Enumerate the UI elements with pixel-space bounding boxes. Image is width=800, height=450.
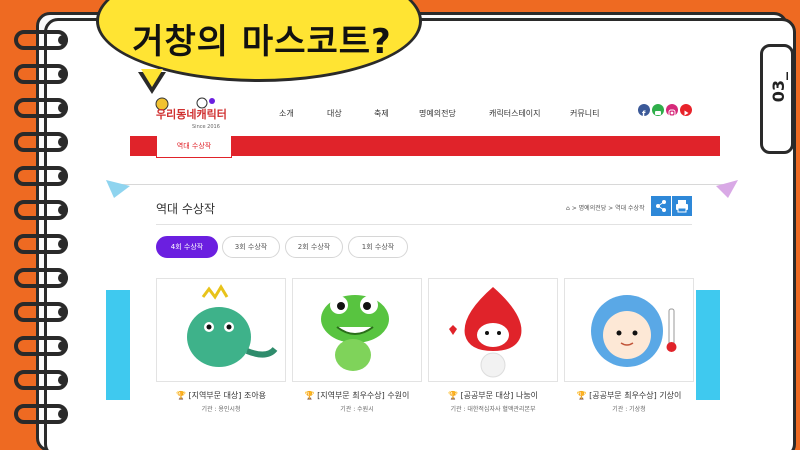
- nav-item-target[interactable]: 대상: [327, 108, 342, 119]
- notebook-ring: [14, 234, 68, 254]
- tab-4th-awards[interactable]: 4회 수상작: [156, 236, 218, 258]
- sub-nav-tab-awards[interactable]: 역대 수상작: [156, 136, 232, 158]
- card-title-text: [지역부문 최우수상] 수원이: [317, 391, 410, 400]
- facebook-icon[interactable]: f: [638, 104, 650, 119]
- award-card-2-org: 기관 : 수원시: [340, 406, 374, 413]
- award-card-3-title: 🏆 [공공부문 대상] 나눔이: [428, 390, 558, 401]
- award-card-4-org: 기관 : 기상청: [612, 406, 646, 413]
- instagram-icon[interactable]: [666, 104, 678, 117]
- notebook-ring: [14, 370, 68, 390]
- svg-text:f: f: [642, 110, 646, 119]
- notebook-ring: [14, 268, 68, 288]
- nav-item-community[interactable]: 커뮤니티: [570, 108, 599, 119]
- award-card-1[interactable]: [156, 278, 286, 382]
- youtube-icon[interactable]: [680, 104, 692, 116]
- print-icon: [676, 200, 688, 213]
- notebook-ring: [14, 64, 68, 84]
- award-card-4[interactable]: [564, 278, 694, 382]
- side-decoration-left: [106, 290, 130, 400]
- bunting-flag-left: [106, 180, 130, 198]
- card-title-text: [공공부문 최우수상] 기상이: [589, 391, 682, 400]
- award-card-4-title: 🏆 [공공부문 최우수상] 기상이: [564, 390, 694, 401]
- notebook-ring: [14, 132, 68, 152]
- notebook-ring: [14, 302, 68, 322]
- notebook-ring: [14, 336, 68, 356]
- page-title: 역대 수상작: [156, 202, 216, 216]
- award-card-3[interactable]: [428, 278, 558, 382]
- notebook-ring: [14, 404, 68, 424]
- nav-item-festival[interactable]: 축제: [374, 108, 389, 119]
- award-card-3-org: 기관 : 대한적십자사 혈액관리본부: [450, 406, 536, 413]
- mascot-dragon-image: [187, 284, 278, 367]
- tab-1st-awards[interactable]: 1회 수상작: [348, 236, 408, 258]
- notebook-ring: [14, 30, 68, 50]
- breadcrumb: ⌂ > 명예의전당 > 역대 수상작: [566, 205, 645, 212]
- page-index-label: 03_: [769, 72, 788, 103]
- nav-item-intro[interactable]: 소개: [279, 108, 294, 119]
- chat-icon[interactable]: [652, 104, 664, 116]
- title-divider: [156, 224, 692, 225]
- bunting-flag-right: [716, 180, 738, 198]
- mascot-weather-image: [591, 295, 677, 367]
- award-card-2-title: 🏆 [지역부문 최우수상] 수원이: [292, 390, 422, 401]
- award-card-1-org: 기관 : 용인시청: [201, 406, 241, 413]
- mascot-frog-image: [321, 295, 389, 371]
- notebook-ring: [14, 98, 68, 118]
- site-logo-text: 우리동네캐릭터: [156, 108, 227, 121]
- card-title-text: [공공부문 대상] 나눔이: [460, 391, 539, 400]
- award-card-1-title: 🏆 [지역부문 대상] 조아용: [156, 390, 286, 401]
- site-logo-since: Since 2016: [192, 124, 220, 130]
- trophy-icon: 🏆: [447, 391, 458, 400]
- share-icon: [656, 200, 666, 212]
- bunting-string: [116, 184, 728, 185]
- notebook-ring: [14, 200, 68, 220]
- trophy-icon: 🏆: [304, 391, 315, 400]
- notebook-ring: [14, 166, 68, 186]
- speech-bubble-tail-fill: [141, 69, 163, 87]
- trophy-icon: 🏆: [576, 391, 587, 400]
- sub-nav-tab-label: 역대 수상작: [176, 142, 212, 150]
- side-decoration-right: [696, 290, 720, 400]
- tab-2nd-awards[interactable]: 2회 수상작: [285, 236, 343, 258]
- award-card-2[interactable]: [292, 278, 422, 382]
- print-button[interactable]: [672, 196, 692, 216]
- nav-item-hall-of-fame[interactable]: 명예의전당: [419, 108, 456, 119]
- trophy-icon: 🏆: [175, 391, 186, 400]
- speech-bubble-text: 거창의 마스코트?: [132, 22, 392, 62]
- tab-3rd-awards[interactable]: 3회 수상작: [222, 236, 280, 258]
- nav-item-character-stage[interactable]: 캐릭터스테이지: [489, 108, 541, 119]
- mascot-blood-drop-image: [449, 287, 522, 378]
- share-button[interactable]: [651, 196, 671, 216]
- card-title-text: [지역부문 대상] 조아용: [188, 391, 267, 400]
